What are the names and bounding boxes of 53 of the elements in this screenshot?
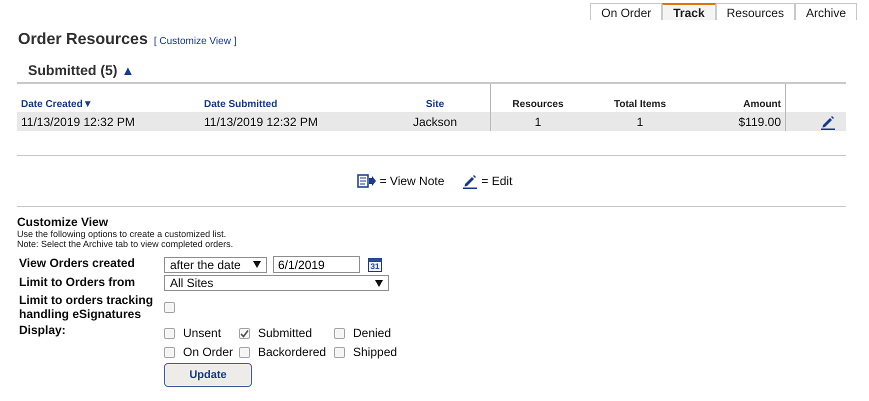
checkbox[interactable] [334, 346, 345, 358]
field-label: Limit to Orders from [19, 275, 136, 291]
checkbox[interactable] [164, 302, 175, 312]
checkbox-label: Submitted [258, 326, 312, 340]
checkbox[interactable] [239, 346, 250, 358]
field-label: View Orders created [19, 256, 136, 272]
update-button[interactable]: Update [164, 363, 252, 387]
checkbox[interactable] [164, 346, 175, 358]
sort-indicator[interactable]: ▼ [82, 99, 93, 110]
column-header: Amount [743, 99, 781, 110]
checkbox-label: On Order [183, 345, 234, 359]
column-header[interactable]: Site [426, 99, 444, 110]
checkbox-label: Shipped [353, 345, 398, 359]
checkbox[interactable] [239, 328, 250, 338]
checkbox-label: Denied [353, 326, 392, 340]
table-cell: 11/13/2019 12:32 PM [21, 115, 135, 129]
section-title: Submitted (5) [28, 62, 118, 78]
checkbox-label: Unsent [183, 326, 222, 340]
help-text: Use the following options to create a customized list. [17, 229, 228, 239]
note-icon [356, 174, 377, 188]
table-cell: $119.00 [738, 115, 781, 129]
legend-label: = Edit [481, 174, 512, 188]
tab[interactable]: Archive [794, 3, 857, 20]
legend-label: = View Note [380, 174, 444, 188]
dropdown-arrow-icon [253, 261, 261, 268]
table-cell: 11/13/2019 12:32 PM [204, 115, 318, 129]
date-filter-dropdown[interactable]: after the date [164, 256, 267, 272]
tab[interactable]: Resources [716, 3, 795, 20]
pencil-icon[interactable] [820, 114, 836, 130]
table-cell: 1 [534, 115, 542, 129]
help-text: Note: Select the Archive tab to view completed orders. [17, 239, 234, 249]
column-header: Resources [512, 99, 564, 110]
table-cell: 1 [636, 115, 644, 129]
customize-view-link[interactable]: [ Customize View ] [154, 36, 236, 47]
checkbox-label: Backordered [258, 345, 326, 359]
page-title: Order Resources [18, 31, 148, 49]
section-heading: Customize View [17, 215, 110, 229]
column-header[interactable]: Date Submitted [204, 99, 278, 110]
field-label: Limit to orders tracking handling eSignatures [19, 293, 154, 321]
checkbox[interactable] [334, 328, 345, 338]
site-dropdown[interactable]: All Sites [164, 275, 389, 291]
checkbox[interactable] [164, 328, 175, 338]
column-header[interactable]: Date Created [21, 99, 83, 110]
column-header: Total Items [614, 99, 666, 110]
dropdown-arrow-icon [375, 280, 383, 286]
pencil-icon [462, 173, 478, 189]
tab[interactable]: Track [662, 3, 716, 20]
collapse-toggle[interactable]: ▲ [121, 62, 134, 78]
table-cell: Jackson [412, 115, 458, 129]
field-label: Display: [19, 323, 67, 339]
calendar-icon[interactable]: 31 [368, 258, 382, 272]
date-field[interactable]: 6/1/2019 [273, 256, 360, 273]
tab[interactable]: On Order [590, 3, 662, 20]
